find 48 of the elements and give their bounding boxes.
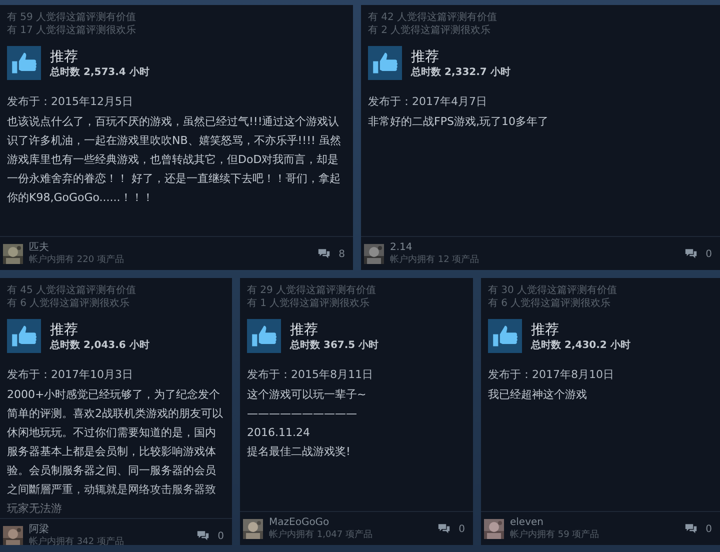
helpful-count: 有 59 人觉得这篇评测有价值	[7, 11, 138, 24]
product-count: 帐户内拥有 220 项产品	[29, 254, 125, 266]
funny-count: 有 6 人觉得这篇评测很欢乐	[7, 297, 131, 310]
playtime: 总时数 2,043.6 小时	[50, 338, 150, 352]
funny-count: 有 2 人觉得这篇评测很欢乐	[368, 24, 492, 37]
product-count: 帐户内拥有 12 项产品	[390, 254, 480, 266]
funny-count: 有 6 人觉得这篇评测很欢乐	[488, 297, 612, 310]
verdict-title: 推荐	[50, 320, 79, 338]
review-text: 2000+小时感觉已经玩够了，为了纪念发个简单的评测。喜欢2战联机类游戏的朋友可以休闲地玩玩。不过你们需要知道的是，国内服务器基本上都是会员制，比较影响游戏体验。会员制服务器之间、同一服务器的会员之间斷層严重，动辄就是网络攻击服务器致玩家无法游	[7, 387, 224, 517]
review-text: 非常好的二战FPS游戏,玩了10多年了	[368, 114, 550, 130]
product-count: 帐户内拥有 342 项产品	[29, 536, 125, 545]
author-name[interactable]: eleven	[510, 517, 544, 529]
comment-count: 0	[218, 530, 224, 542]
author-name[interactable]: 阿梁	[29, 524, 49, 536]
verdict-title: 推荐	[411, 48, 440, 66]
author-name[interactable]: 2.14	[390, 242, 412, 254]
verdict-title: 推荐	[290, 320, 319, 338]
comment-count: 0	[458, 524, 465, 534]
posted-date: 发布于：2015年12月5日	[7, 94, 134, 110]
author-name[interactable]: 匹夫	[29, 242, 49, 254]
review-text: 也该说点什么了，百玩不厌的游戏，虽然已经过气!!!通过这个游戏认识了许多机油，一起在游戏里吹吹NB、嬉笑怒骂，不亦乐乎!!!! 虽然游戏库里也有一些经典游戏，也曾转战其它，但DoD对我而言，却是一份永难舍弃的眷恋！！ 好了，还是一直继续下去吧！！哥们，拿起你的K98,GoGoGo......！！！	[7, 114, 342, 206]
comment-count: 0	[706, 524, 712, 534]
helpful-count: 有 29 人觉得这篇评测有价值	[247, 284, 378, 297]
posted-date: 发布于：2017年8月10日	[488, 367, 615, 383]
product-count: 帐户内拥有 59 项产品	[510, 529, 600, 541]
funny-count: 有 17 人觉得这篇评测很欢乐	[7, 24, 138, 37]
playtime: 总时数 2,573.4 小时	[50, 66, 150, 78]
posted-date: 发布于：2015年8月11日	[247, 367, 374, 383]
playtime: 总时数 2,332.7 小时	[411, 66, 510, 78]
helpful-count: 有 42 人觉得这篇评测有价值	[368, 11, 498, 24]
review-text: 提名最佳二战游戏奖!	[247, 444, 352, 460]
comment-count: 0	[706, 248, 712, 260]
helpful-count: 有 45 人觉得这篇评测有价值	[7, 284, 138, 297]
posted-date: 发布于：2017年10月3日	[7, 367, 134, 383]
helpful-count: 有 30 人觉得这篇评测有价值	[488, 284, 618, 297]
review-text: 这个游戏可以玩一辈子~	[247, 387, 368, 403]
comment-count: 8	[338, 248, 345, 260]
review-text: 2016.11.24	[247, 425, 311, 441]
playtime: 总时数 2,430.2 小时	[531, 338, 630, 352]
verdict-title: 推荐	[531, 320, 560, 338]
review-text: 我已经超神这个游戏	[488, 387, 588, 403]
review-text: ——————————	[247, 406, 358, 422]
product-count: 帐户内拥有 1,047 项产品	[269, 529, 374, 541]
posted-date: 发布于：2017年4月7日	[368, 94, 488, 110]
playtime: 总时数 367.5 小时	[290, 338, 379, 352]
author-name[interactable]: MazEoGoGo	[269, 517, 330, 529]
verdict-title: 推荐	[50, 48, 79, 66]
funny-count: 有 1 人觉得这篇评测很欢乐	[247, 297, 371, 310]
